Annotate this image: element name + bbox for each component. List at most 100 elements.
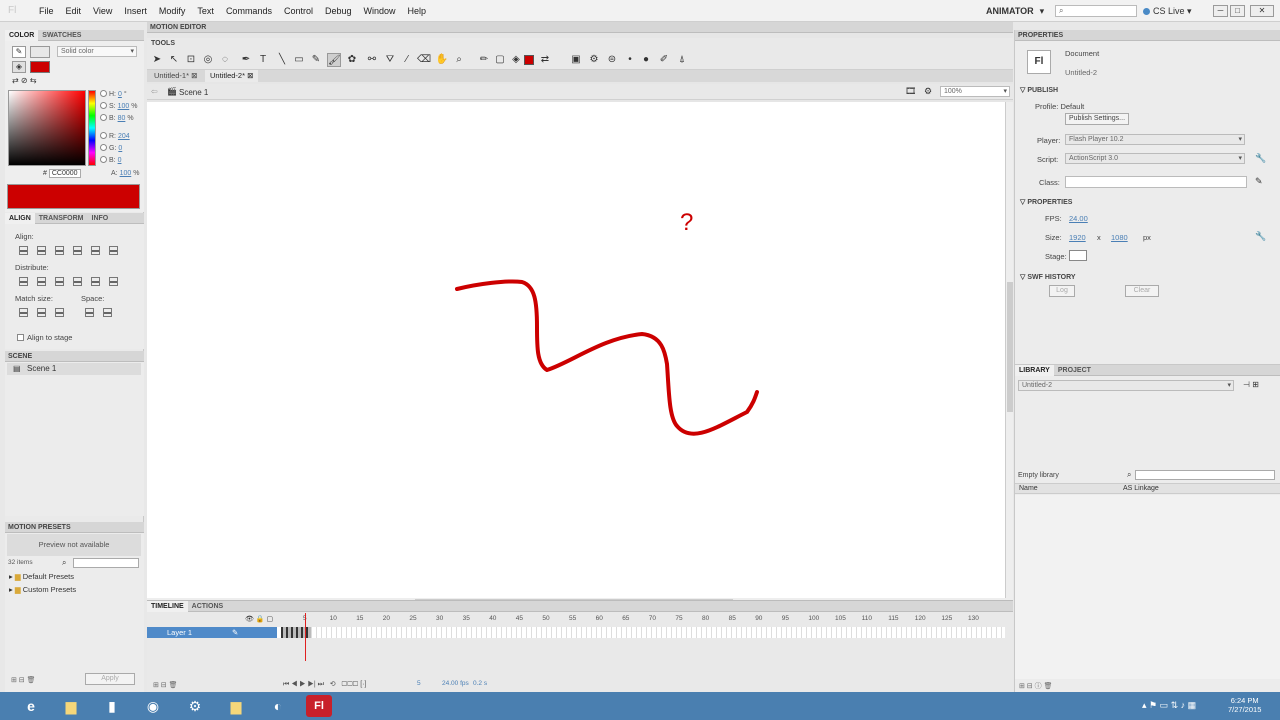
align-to-stage-checkbox[interactable]: Align to stage bbox=[17, 333, 72, 342]
distribute-center-h-icon[interactable] bbox=[91, 277, 100, 286]
height-value[interactable]: 1080 bbox=[1111, 233, 1128, 242]
file-explorer-icon[interactable]: ▆ bbox=[58, 695, 84, 717]
stage-color-swatch[interactable] bbox=[1069, 250, 1087, 261]
distribute-right-icon[interactable] bbox=[109, 277, 118, 286]
close-icon[interactable]: ⊠ bbox=[247, 71, 253, 80]
scroll-thumb[interactable] bbox=[1007, 282, 1013, 412]
tab-color[interactable]: COLOR bbox=[5, 30, 39, 41]
pencil-tool-icon[interactable]: ✎ bbox=[309, 53, 323, 67]
align-right-icon[interactable] bbox=[55, 246, 64, 255]
preset-folder-custom[interactable]: ▸ ▆ Custom Presets bbox=[9, 585, 76, 594]
menu-view[interactable]: View bbox=[87, 6, 118, 16]
stage-vertical-scrollbar[interactable] bbox=[1005, 102, 1013, 598]
back-arrow-icon[interactable]: ⇦ bbox=[151, 87, 158, 96]
log-button[interactable]: Log bbox=[1049, 285, 1075, 297]
g-value[interactable]: 0 bbox=[118, 145, 122, 152]
pressure-icon[interactable]: ✐ bbox=[657, 53, 671, 67]
menu-control[interactable]: Control bbox=[278, 6, 319, 16]
fill-type-select[interactable]: Solid color bbox=[57, 46, 137, 57]
library-list[interactable] bbox=[1015, 495, 1280, 679]
playback-controls[interactable]: ⏮ ◀ ▶ ▶| ⏭ ⟲ ▢▢▢ [·] bbox=[283, 680, 366, 689]
align-top-icon[interactable] bbox=[73, 246, 82, 255]
edit-scene-icon[interactable]: 🎞 bbox=[905, 86, 916, 97]
cs-live-button[interactable]: CS Live ▾ bbox=[1143, 6, 1192, 17]
hand-tool-icon[interactable]: ✋ bbox=[435, 53, 449, 67]
zoom-select[interactable]: 100% bbox=[940, 86, 1010, 97]
distribute-bottom-icon[interactable] bbox=[55, 277, 64, 286]
edit-symbol-icon[interactable]: ⚙ bbox=[924, 86, 932, 97]
wrench-icon[interactable]: 🔧 bbox=[1255, 231, 1266, 242]
lock-fill-icon[interactable]: ⚙ bbox=[587, 53, 601, 67]
blue-field[interactable]: B: 0 bbox=[100, 156, 121, 164]
col-name[interactable]: Name bbox=[1019, 485, 1038, 492]
ie-icon[interactable]: e bbox=[18, 695, 44, 717]
s-field[interactable]: S: 100 % bbox=[100, 102, 137, 110]
selection-tool-icon[interactable]: ➤ bbox=[150, 53, 164, 67]
align-center-h-icon[interactable] bbox=[37, 246, 46, 255]
publish-settings-button[interactable]: Publish Settings... bbox=[1065, 113, 1129, 125]
bone-tool-icon[interactable]: ⚯ bbox=[365, 53, 379, 67]
distribute-center-v-icon[interactable] bbox=[37, 277, 46, 286]
menu-window[interactable]: Window bbox=[358, 6, 402, 16]
tab-timeline[interactable]: TIMELINE bbox=[147, 601, 188, 612]
brush-shape-icon[interactable]: ● bbox=[639, 53, 653, 67]
app-icon-2[interactable]: ⚙ bbox=[182, 695, 208, 717]
scene-list-item[interactable]: ▤ Scene 1 bbox=[7, 363, 141, 375]
swf-history-section[interactable]: ▽ SWF HISTORY bbox=[1020, 273, 1076, 281]
free-transform-icon[interactable]: ⊡ bbox=[184, 53, 198, 67]
r-field[interactable]: R: 204 bbox=[100, 132, 130, 140]
align-center-v-icon[interactable] bbox=[91, 246, 100, 255]
subselection-tool-icon[interactable]: ↖ bbox=[167, 53, 181, 67]
fps-readout[interactable]: 24.00 fps bbox=[442, 680, 469, 687]
b-field[interactable]: B: 80 % bbox=[100, 114, 134, 122]
tab-swatches[interactable]: SWATCHES bbox=[38, 30, 85, 41]
stroke-color-swatch[interactable] bbox=[30, 46, 50, 58]
hex-value[interactable]: CC0000 bbox=[48, 169, 81, 178]
swap-colors-icon[interactable]: ⇄ bbox=[538, 53, 552, 67]
space-h-icon[interactable] bbox=[103, 308, 112, 317]
swap-colors-icon[interactable]: ⇄ ⊘ ⇆ bbox=[12, 76, 37, 85]
stage-canvas[interactable]: ? bbox=[147, 102, 1005, 598]
menu-modify[interactable]: Modify bbox=[153, 6, 192, 16]
s-value[interactable]: 100 bbox=[118, 103, 130, 110]
col-linkage[interactable]: AS Linkage bbox=[1123, 485, 1159, 492]
scene-breadcrumb[interactable]: Scene 1 bbox=[179, 88, 208, 97]
menu-commands[interactable]: Commands bbox=[220, 6, 278, 16]
maximize-button[interactable]: □ bbox=[1230, 5, 1245, 17]
color-picker-field[interactable] bbox=[8, 90, 86, 166]
deco-tool-icon[interactable]: ✿ bbox=[345, 53, 359, 67]
brush-mode-icon[interactable]: ⊜ bbox=[605, 53, 619, 67]
h-field[interactable]: H: 0 ° bbox=[100, 90, 127, 98]
library-actions-icons[interactable]: ⊞ ⊟ ⓘ 🗑 bbox=[1019, 681, 1052, 691]
keyframes[interactable] bbox=[281, 627, 311, 638]
tab-library[interactable]: LIBRARY bbox=[1015, 365, 1054, 376]
3d-rotation-icon[interactable]: ◎ bbox=[201, 53, 215, 67]
library-doc-select[interactable]: Untitled-2 bbox=[1018, 380, 1234, 391]
brush-size-icon[interactable]: • bbox=[623, 53, 637, 67]
help-search-input[interactable]: ⌕ bbox=[1055, 5, 1137, 17]
stroke-color-icon[interactable]: ✎ bbox=[12, 46, 26, 58]
fill-color-swatch[interactable] bbox=[30, 61, 50, 73]
line-tool-icon[interactable]: ╲ bbox=[275, 53, 289, 67]
tab-align[interactable]: ALIGN bbox=[5, 213, 35, 224]
space-v-icon[interactable] bbox=[85, 308, 94, 317]
tab-transform[interactable]: TRANSFORM bbox=[35, 213, 88, 224]
layer-actions-icons[interactable]: ⊞ ⊟ 🗑 bbox=[153, 681, 178, 689]
clear-button[interactable]: Clear bbox=[1125, 285, 1159, 297]
current-frame[interactable]: 5 bbox=[417, 680, 421, 687]
menu-debug[interactable]: Debug bbox=[319, 6, 358, 16]
tab-actions[interactable]: ACTIONS bbox=[188, 601, 228, 612]
alpha-field[interactable]: A: 100 % bbox=[111, 170, 139, 177]
menu-help[interactable]: Help bbox=[402, 6, 433, 16]
properties-section[interactable]: ▽ PROPERTIES bbox=[1020, 198, 1072, 206]
fill-color-icon[interactable]: ◈ bbox=[12, 61, 26, 73]
align-left-icon[interactable] bbox=[19, 246, 28, 255]
match-height-icon[interactable] bbox=[37, 308, 46, 317]
tab-info[interactable]: INFO bbox=[88, 213, 113, 224]
width-value[interactable]: 1920 bbox=[1069, 233, 1086, 242]
pen-tool-icon[interactable]: ✒ bbox=[239, 53, 253, 67]
fill-swatch-icon[interactable] bbox=[524, 55, 534, 65]
brush-tool-icon[interactable]: 🖌 bbox=[327, 53, 341, 67]
app-icon[interactable]: ▮ bbox=[99, 695, 125, 717]
workspace-switcher[interactable]: ANIMATOR ▾ bbox=[986, 6, 1044, 17]
